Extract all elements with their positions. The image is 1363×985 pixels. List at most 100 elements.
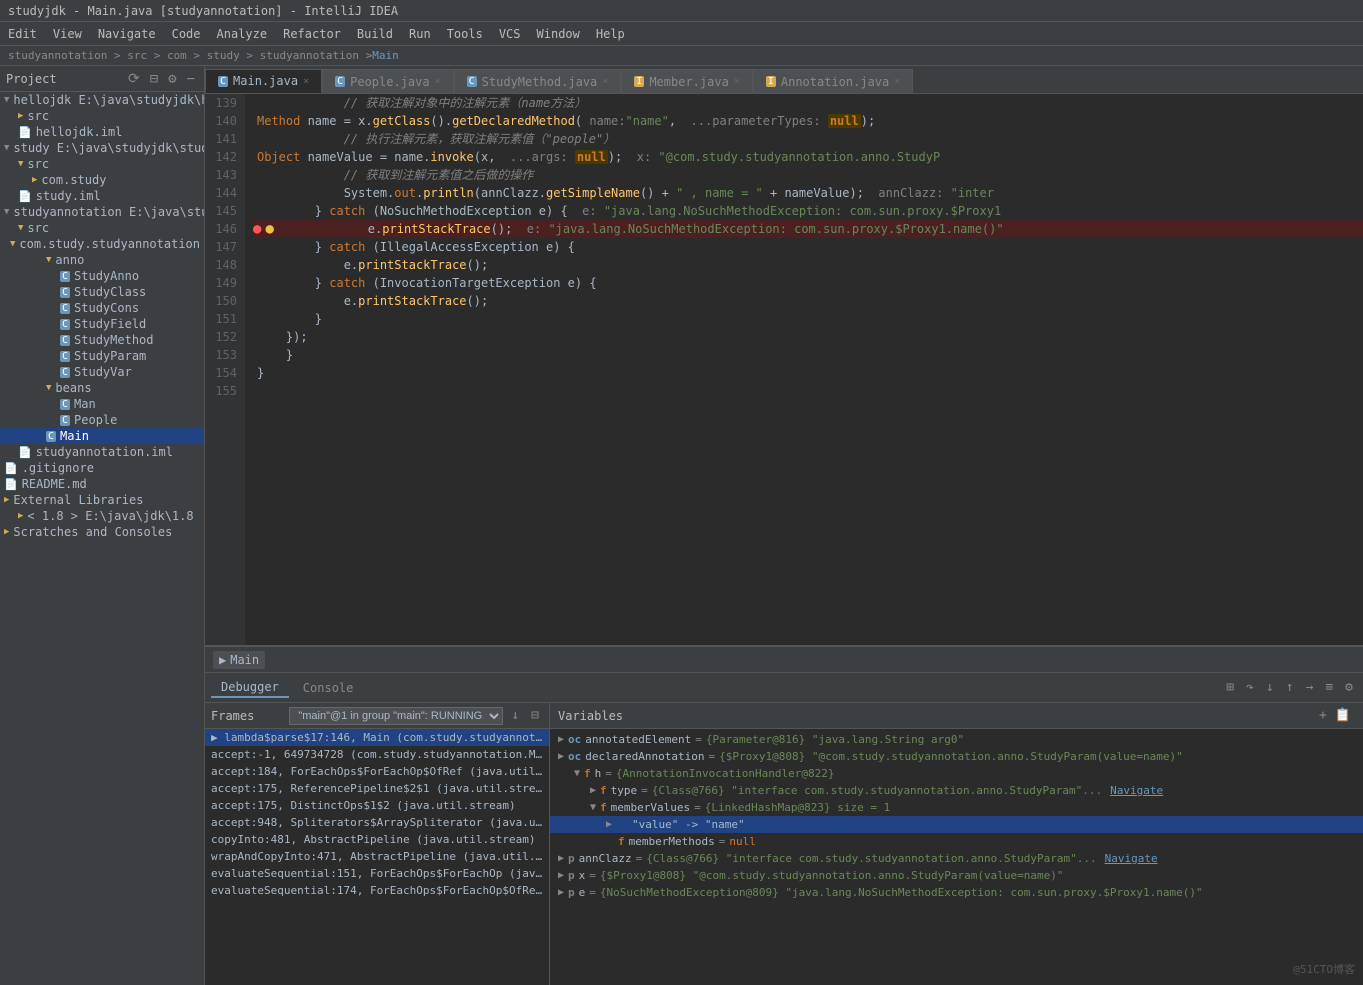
frame-item[interactable]: evaluateSequential:174, ForEachOps$ForEa… [205, 882, 549, 899]
editor-tab-Annotation-java[interactable]: IAnnotation.java× [753, 69, 913, 93]
var-expand-icon[interactable]: ▶ [558, 870, 564, 881]
var-expand-icon[interactable]: ▶ [590, 785, 596, 796]
tree-item-StudyField[interactable]: CStudyField [0, 316, 204, 332]
frame-item[interactable]: accept:-1, 649734728 (com.study.studyann… [205, 746, 549, 763]
variable-item[interactable]: ▶px={$Proxy1@808} "@com.study.studyannot… [550, 867, 1363, 884]
menu-item-view[interactable]: View [45, 25, 90, 43]
frames-filter-btn[interactable]: ⊟ [527, 706, 543, 725]
tree-item-studyannotation[interactable]: ▼studyannotation E:\java\studyjdk\stu... [0, 204, 204, 220]
tab-close-btn[interactable]: × [894, 76, 900, 87]
menu-item-window[interactable]: Window [529, 25, 588, 43]
menu-item-code[interactable]: Code [164, 25, 209, 43]
step-out-btn[interactable]: ↑ [1282, 678, 1298, 697]
tree-item-StudyVar[interactable]: CStudyVar [0, 364, 204, 380]
tree-item-README.md[interactable]: 📄README.md [0, 476, 204, 492]
minimize-icon[interactable]: − [184, 70, 198, 88]
tab-close-btn[interactable]: × [303, 76, 309, 87]
menu-item-refactor[interactable]: Refactor [275, 25, 349, 43]
variable-item[interactable]: ▶"value" -> "name" [550, 816, 1363, 833]
menu-item-tools[interactable]: Tools [439, 25, 491, 43]
tree-item-com.study[interactable]: ▶com.study [0, 172, 204, 188]
add-watch-btn[interactable]: + [1315, 706, 1331, 725]
menu-item-vcs[interactable]: VCS [491, 25, 529, 43]
tree-item-ScratchesAndConsoles[interactable]: ▶Scratches and Consoles [0, 524, 204, 540]
frame-item[interactable]: accept:175, ReferencePipeline$2$1 (java.… [205, 780, 549, 797]
tab-close-btn[interactable]: × [734, 76, 740, 87]
var-expand-icon[interactable]: ▶ [558, 887, 564, 898]
tree-item-People[interactable]: CPeople [0, 412, 204, 428]
copy-value-btn[interactable]: 📋 [1331, 706, 1355, 725]
menu-item-build[interactable]: Build [349, 25, 401, 43]
editor-tab-Member-java[interactable]: IMember.java× [621, 69, 753, 93]
navigate-link[interactable]: Navigate [1105, 852, 1158, 865]
sync-icon[interactable]: ⟳ [125, 70, 143, 88]
run-cursor-btn[interactable]: → [1302, 678, 1318, 697]
menu-item-help[interactable]: Help [588, 25, 633, 43]
settings-btn[interactable]: ⚙ [1341, 678, 1357, 697]
tree-item-StudyClass[interactable]: CStudyClass [0, 284, 204, 300]
tab-close-btn[interactable]: × [602, 76, 608, 87]
frames-down-btn[interactable]: ↓ [507, 706, 523, 725]
editor-tab-Main-java[interactable]: CMain.java× [205, 69, 322, 93]
tree-item-StudyParam[interactable]: CStudyParam [0, 348, 204, 364]
var-expand-icon[interactable]: ▶ [558, 734, 564, 745]
frame-item[interactable]: accept:175, DistinctOps$1$2 (java.util.s… [205, 797, 549, 814]
debugger-tab[interactable]: Debugger [211, 678, 289, 698]
variable-item[interactable]: ▶ocdeclaredAnnotation={$Proxy1@808} "@co… [550, 748, 1363, 765]
frame-item[interactable]: evaluateSequential:151, ForEachOps$ForEa… [205, 865, 549, 882]
tree-item-beans[interactable]: ▼beans [0, 380, 204, 396]
navigate-link[interactable]: Navigate [1110, 784, 1163, 797]
editor-tab-People-java[interactable]: CPeople.java× [322, 69, 454, 93]
menu-item-navigate[interactable]: Navigate [90, 25, 164, 43]
tree-item-study.iml[interactable]: 📄study.iml [0, 188, 204, 204]
thread-selector[interactable]: "main"@1 in group "main": RUNNING [289, 707, 503, 725]
tab-close-btn[interactable]: × [435, 76, 441, 87]
var-expand-icon[interactable]: ▶ [558, 853, 564, 864]
frame-item[interactable]: ▶ lambda$parse$17:146, Main (com.study.s… [205, 729, 549, 746]
tree-item-hellojdk.iml[interactable]: 📄hellojdk.iml [0, 124, 204, 140]
evaluate-btn[interactable]: ≡ [1321, 678, 1337, 697]
tree-item-anno[interactable]: ▼anno [0, 252, 204, 268]
variable-item[interactable]: ▼fh={AnnotationInvocationHandler@822} [550, 765, 1363, 782]
tree-item-StudyCons[interactable]: CStudyCons [0, 300, 204, 316]
tree-item-study[interactable]: ▼study E:\java\studyjdk\study [0, 140, 204, 156]
restore-layout-btn[interactable]: ⊞ [1222, 678, 1238, 697]
tree-item-ExternalLibraries[interactable]: ▶External Libraries [0, 492, 204, 508]
tree-item-StudyMethod[interactable]: CStudyMethod [0, 332, 204, 348]
step-into-btn[interactable]: ↓ [1262, 678, 1278, 697]
var-expand-icon[interactable]: ▼ [574, 768, 580, 779]
menu-item-analyze[interactable]: Analyze [209, 25, 276, 43]
frame-item[interactable]: accept:184, ForEachOps$ForEachOp$OfRef (… [205, 763, 549, 780]
frame-item[interactable]: accept:948, Spliterators$ArraySpliterato… [205, 814, 549, 831]
menu-item-run[interactable]: Run [401, 25, 439, 43]
collapse-icon[interactable]: ⊟ [147, 70, 161, 88]
tree-item-src3[interactable]: ▼src [0, 220, 204, 236]
var-expand-icon[interactable]: ▼ [590, 802, 596, 813]
settings-icon[interactable]: ⚙ [165, 70, 179, 88]
menu-item-edit[interactable]: Edit [0, 25, 45, 43]
tree-item-hellojdk[interactable]: ▼hellojdk E:\java\studyjdk\hellojdk [0, 92, 204, 108]
variable-item[interactable]: ▶ocannotatedElement={Parameter@816} "jav… [550, 731, 1363, 748]
step-over-btn[interactable]: ↷ [1242, 678, 1258, 697]
frame-item[interactable]: wrapAndCopyInto:471, AbstractPipeline (j… [205, 848, 549, 865]
var-expand-icon[interactable]: ▶ [606, 819, 612, 830]
tree-item-src2[interactable]: ▼src [0, 156, 204, 172]
editor-tab-StudyMethod-java[interactable]: CStudyMethod.java× [454, 69, 622, 93]
run-tab[interactable]: ▶ Main [213, 651, 265, 669]
code-area[interactable]: // 获取注解对象中的注解元素（name方法） Method name = x.… [245, 94, 1363, 645]
tree-item-jdk18[interactable]: ▶< 1.8 > E:\java\jdk\1.8 [0, 508, 204, 524]
tree-item-Man[interactable]: CMan [0, 396, 204, 412]
tree-item-StudyAnno[interactable]: CStudyAnno [0, 268, 204, 284]
frame-item[interactable]: copyInto:481, AbstractPipeline (java.uti… [205, 831, 549, 848]
var-expand-icon[interactable]: ▶ [558, 751, 564, 762]
tree-item-studyannotation.iml[interactable]: 📄studyannotation.iml [0, 444, 204, 460]
variable-item[interactable]: ▶pannClazz={Class@766} "interface com.st… [550, 850, 1363, 867]
tree-item-gitignore[interactable]: 📄.gitignore [0, 460, 204, 476]
tree-item-src1[interactable]: ▶src [0, 108, 204, 124]
variable-item[interactable]: ▶ftype={Class@766} "interface com.study.… [550, 782, 1363, 799]
variable-item[interactable]: ▶pe={NoSuchMethodException@809} "java.la… [550, 884, 1363, 901]
variable-item[interactable]: fmemberMethods=null [550, 833, 1363, 850]
tree-item-Main[interactable]: CMain [0, 428, 204, 444]
variable-item[interactable]: ▼fmemberValues={LinkedHashMap@823} size … [550, 799, 1363, 816]
console-tab[interactable]: Console [293, 679, 364, 697]
